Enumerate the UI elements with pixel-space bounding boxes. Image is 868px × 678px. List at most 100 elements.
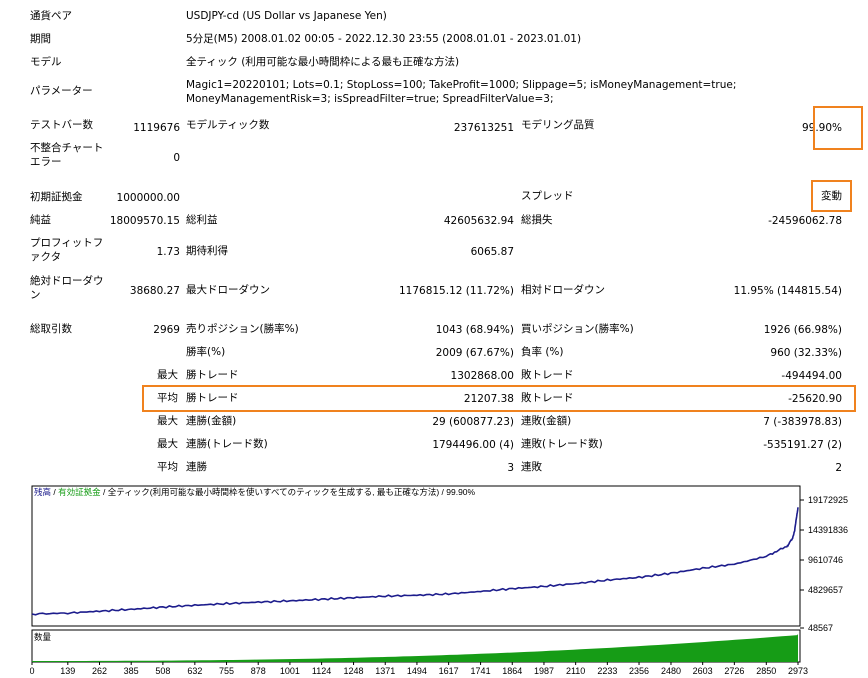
x-tick-label: 878 <box>251 666 266 674</box>
symbol-label: 通貨ペア <box>30 10 72 22</box>
x-tick-label: 2850 <box>756 666 776 674</box>
x-tick-label: 1617 <box>439 666 459 674</box>
abs-dd-label: 絶対ドローダウン <box>30 275 104 301</box>
model-value: 全ティック (利用可能な最小時間枠による最も正確な方法) <box>186 56 460 68</box>
cons-loss-cnt-label: 連敗(トレード数) <box>521 438 603 450</box>
largest-loss-value: -494494.00 <box>781 370 842 382</box>
cons-win-cnt-label: 連勝(トレード数) <box>186 438 268 450</box>
gross-loss-label: 総損失 <box>521 214 553 226</box>
net-label: 純益 <box>30 214 51 226</box>
loss-value: 960 (32.33%) <box>770 347 842 359</box>
largest-win-value: 1302868.00 <box>450 370 514 382</box>
legend-sep-1: / <box>51 487 58 497</box>
bars-value: 1119676 <box>133 122 180 134</box>
x-tick-label: 1864 <box>502 666 522 674</box>
avg-loss-label: 敗トレード <box>521 392 574 404</box>
legend-quality: 99.90% <box>446 487 475 497</box>
x-tick-label: 2726 <box>724 666 744 674</box>
rel-dd-label: 相対ドローダウン <box>521 284 605 296</box>
gross-profit-value: 42605632.94 <box>443 215 514 227</box>
pf-label: プロフィットファクタ <box>30 237 104 263</box>
period-value: 5分足(M5) 2008.01.02 00:05 - 2022.12.30 23… <box>186 33 582 45</box>
x-tick-label: 262 <box>92 666 107 674</box>
x-tick-label: 2973 <box>788 666 808 674</box>
bars-label: テストバー数 <box>30 119 93 131</box>
volume-label: 数量 <box>34 632 52 642</box>
x-tick-label: 1741 <box>471 666 491 674</box>
x-tick-label: 1001 <box>280 666 300 674</box>
ticks-label: モデルティック数 <box>186 119 270 131</box>
deposit-label: 初期証拠金 <box>30 191 83 203</box>
long-label: 買いポジション(勝率%) <box>521 323 634 335</box>
max-prefix-2: 最大 <box>157 415 178 427</box>
max-dd-value: 1176815.12 (11.72%) <box>398 285 514 297</box>
deposit-value: 1000000.00 <box>116 192 180 204</box>
short-value: 1043 (68.94%) <box>435 324 514 336</box>
x-tick-label: 2356 <box>629 666 649 674</box>
avg-win-value: 21207.38 <box>463 393 514 405</box>
avg-cons-win-value: 3 <box>507 462 514 474</box>
abs-dd-value: 38680.27 <box>129 285 180 297</box>
x-tick-label: 755 <box>219 666 234 674</box>
legend-equity: 有効証拠金 <box>58 487 101 497</box>
x-tick-label: 632 <box>187 666 202 674</box>
cons-loss-cnt-value: -535191.27 (2) <box>763 439 842 451</box>
avg-prefix: 平均 <box>157 392 178 404</box>
cons-win-amt-value: 29 (600877.23) <box>432 416 514 428</box>
x-tick-label: 508 <box>155 666 170 674</box>
x-tick-label: 1124 <box>312 666 331 674</box>
win-value: 2009 (67.67%) <box>435 347 514 359</box>
long-value: 1926 (66.98%) <box>763 324 842 336</box>
quality-highlight <box>813 106 863 150</box>
avg-cons-loss-label: 連敗 <box>521 461 542 473</box>
net-value: 18009570.15 <box>109 215 180 227</box>
x-tick-label: 2480 <box>661 666 681 674</box>
y-tick-label: 19172925 <box>808 495 848 505</box>
pf-value: 1.73 <box>156 246 180 258</box>
period-label: 期間 <box>30 33 51 45</box>
cons-win-cnt-value: 1794496.00 (4) <box>432 439 514 451</box>
cons-win-amt-label: 連勝(金額) <box>186 415 237 427</box>
x-tick-label: 1494 <box>407 666 427 674</box>
legend-model: 全ティック(利用可能な最小時間枠を使いすべてのティックを生成する, 最も正確な方… <box>108 487 440 497</box>
gross-loss-value: -24596062.78 <box>768 215 842 227</box>
max-prefix: 最大 <box>157 369 178 381</box>
avg-cons-loss-value: 2 <box>835 462 842 474</box>
avg-cons-win-label: 連勝 <box>186 461 207 473</box>
balance-chart: 残高 / 有効証拠金 / 全ティック(利用可能な最小時間枠を使いすべてのティック… <box>30 484 864 674</box>
gross-profit-label: 総利益 <box>186 214 218 226</box>
legend-sep-3: / <box>439 487 446 497</box>
x-tick-label: 385 <box>124 666 139 674</box>
largest-win-label: 勝トレード <box>186 369 239 381</box>
y-tick-label: 9610746 <box>808 555 843 565</box>
spread-label: スプレッド <box>521 190 574 202</box>
expected-value: 6065.87 <box>470 246 514 258</box>
spread-highlight <box>811 180 852 212</box>
avg-win-label: 勝トレード <box>186 392 239 404</box>
short-label: 売りポジション(勝率%) <box>186 323 299 335</box>
loss-label: 負率 (%) <box>521 346 564 358</box>
cons-loss-amt-label: 連敗(金額) <box>521 415 572 427</box>
x-tick-label: 1987 <box>534 666 554 674</box>
trades-label: 総取引数 <box>30 323 72 335</box>
avg-prefix-2: 平均 <box>157 461 178 473</box>
legend-sep-2: / <box>101 487 108 497</box>
symbol-value: USDJPY-cd (US Dollar vs Japanese Yen) <box>186 10 387 22</box>
max-prefix-3: 最大 <box>157 438 178 450</box>
x-tick-label: 0 <box>30 666 35 674</box>
y-tick-label: 48567 <box>808 623 833 633</box>
model-label: モデル <box>30 56 62 68</box>
quality-label: モデリング品質 <box>521 119 595 131</box>
x-tick-label: 1371 <box>375 666 395 674</box>
x-tick-label: 2110 <box>566 666 585 674</box>
mismatch-label: 不整合チャートエラー <box>30 142 104 168</box>
params-label: パラメーター <box>30 85 93 97</box>
y-tick-label: 14391836 <box>808 525 848 535</box>
largest-loss-label: 敗トレード <box>521 369 574 381</box>
chart-legend: 残高 / 有効証拠金 / 全ティック(利用可能な最小時間枠を使いすべてのティック… <box>34 487 476 497</box>
x-tick-label: 2233 <box>597 666 617 674</box>
expected-label: 期待利得 <box>186 245 228 257</box>
max-dd-label: 最大ドローダウン <box>186 284 270 296</box>
x-tick-label: 1248 <box>344 666 364 674</box>
mismatch-value: 0 <box>173 152 180 164</box>
